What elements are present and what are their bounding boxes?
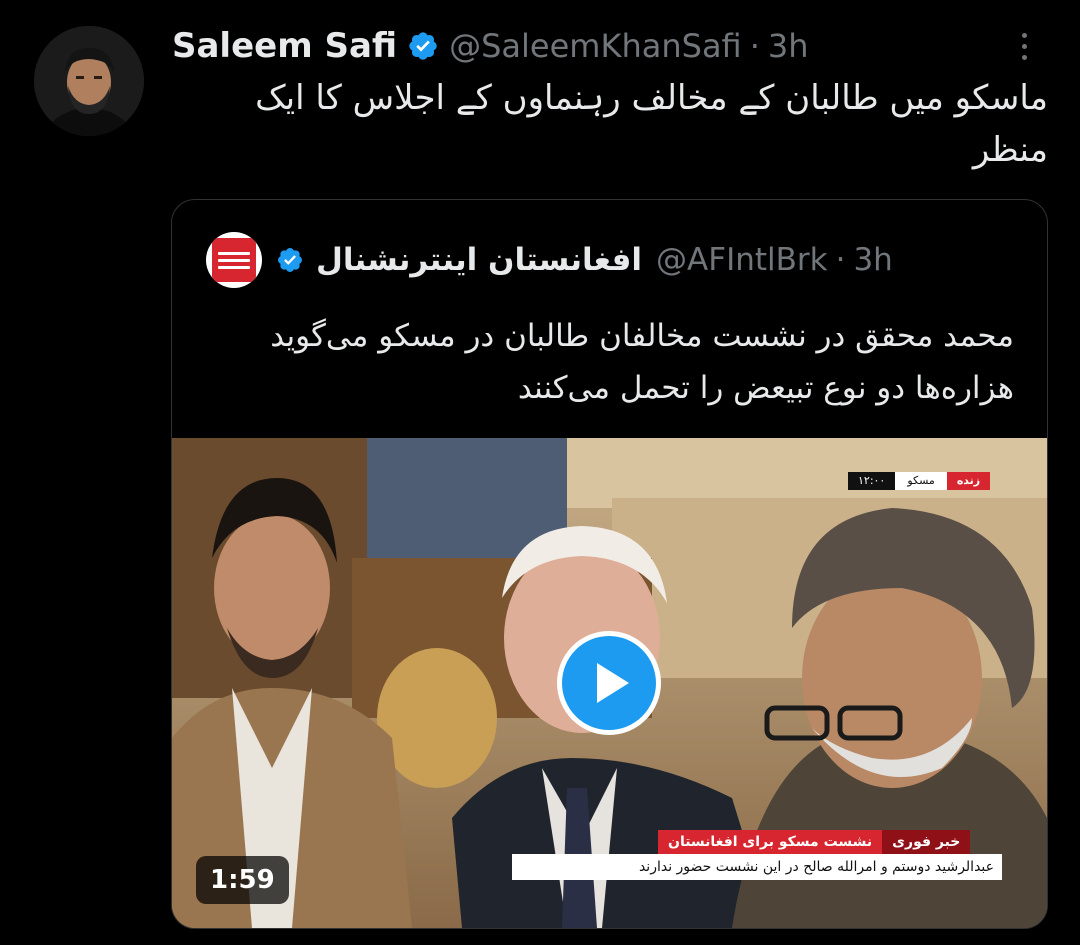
quoted-tweet-time[interactable]: 3h [853, 242, 892, 278]
verified-badge-icon [407, 30, 439, 62]
video-player[interactable]: ۱۲:۰۰ مسکو زنده نشست مسکو برای افغانستان… [172, 438, 1047, 928]
quoted-header-separator: · [835, 242, 846, 278]
live-time: ۱۲:۰۰ [848, 472, 896, 490]
quoted-author-avatar[interactable] [206, 232, 262, 288]
more-vertical-icon[interactable] [1012, 26, 1036, 66]
quoted-tweet-text: محمد محقق در نشست مخالفان طالبان در مسکو… [270, 318, 1014, 406]
breaking-news-bar: نشست مسکو برای افغانستان خبر فوری [658, 830, 971, 854]
author-handle[interactable]: @SaleemKhanSafi [449, 27, 742, 65]
quoted-tweet-header: افغانستان اینترنشنال @AFIntlBrk · 3h [206, 230, 1006, 290]
author-name[interactable]: Saleem Safi [172, 26, 397, 66]
author-avatar[interactable] [34, 26, 144, 136]
play-icon [597, 663, 629, 703]
quoted-author-handle[interactable]: @AFIntlBrk [656, 242, 828, 278]
verified-badge-icon [276, 246, 304, 274]
tweet-page: Saleem Safi @SaleemKhanSafi · 3h ماسکو م… [0, 0, 1080, 945]
header-separator: · [749, 27, 760, 65]
avatar-portrait [34, 26, 144, 136]
tweet-text: ماسکو میں طالبان کے مخالف رہنماوں کے اجل… [255, 78, 1048, 170]
afghanistan-international-logo [212, 238, 256, 282]
quoted-tweet-card[interactable]: افغانستان اینترنشنال @AFIntlBrk · 3h محم… [171, 199, 1048, 929]
breaking-label: خبر فوری [882, 830, 971, 854]
tweet-time[interactable]: 3h [768, 27, 809, 65]
play-button[interactable] [557, 631, 661, 735]
tweet-header: Saleem Safi @SaleemKhanSafi · 3h [172, 22, 809, 70]
breaking-subtitle: عبدالرشید دوستم و امرالله صالح در این نش… [512, 854, 1002, 880]
live-city: مسکو [895, 472, 947, 490]
video-duration: 1:59 [196, 856, 289, 904]
quoted-author-name[interactable]: افغانستان اینترنشنال [316, 242, 642, 278]
breaking-headline: نشست مسکو برای افغانستان [658, 830, 883, 854]
live-indicator: ۱۲:۰۰ مسکو زنده [848, 472, 991, 490]
live-tag: زنده [946, 472, 991, 490]
